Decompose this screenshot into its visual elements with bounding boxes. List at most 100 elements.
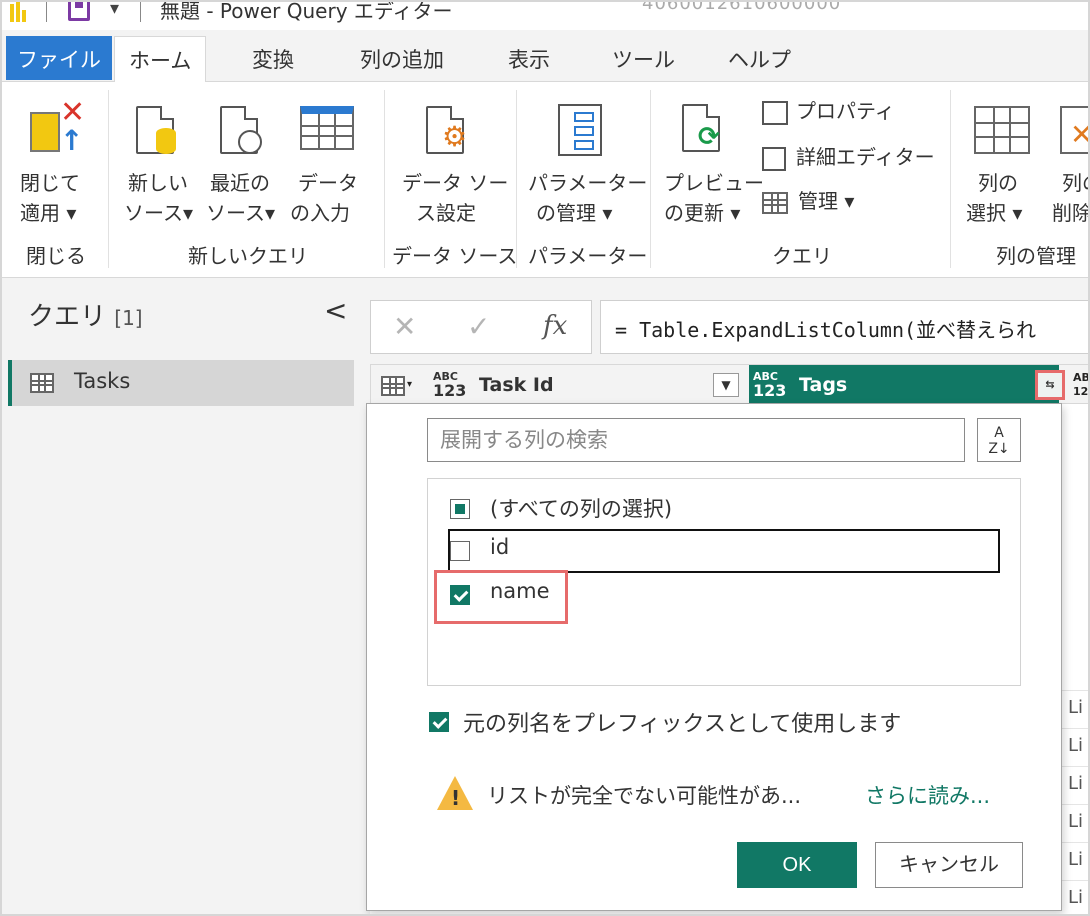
advanced-editor-label: 詳細エディター: [796, 145, 935, 169]
refresh-preview-icon: ⟳: [682, 104, 720, 152]
properties-label: プロパティ: [796, 99, 895, 123]
manage-parameters-label-1: パラメーター: [528, 171, 648, 195]
ok-button[interactable]: OK: [737, 842, 857, 888]
refresh-preview-button[interactable]: ⟳ プレビュー の更新 ▾: [660, 100, 764, 230]
table-menu-icon[interactable]: [381, 376, 405, 396]
tab-help[interactable]: ヘルプ: [714, 36, 805, 82]
window-title: 無題 - Power Query エディター: [160, 2, 453, 23]
table-row: Li: [1058, 842, 1088, 878]
queries-title-text: クエリ: [28, 302, 107, 332]
enter-data-label-1: データ: [298, 171, 358, 195]
data-source-settings-button[interactable]: ⚙ データ ソー ス設定: [398, 100, 508, 230]
advanced-editor-icon: [762, 146, 786, 171]
new-source-button[interactable]: 新しい ソース▾: [124, 100, 198, 230]
manage-label: 管理 ▾: [798, 189, 855, 213]
select-all-label: (すべての列の選択): [490, 497, 673, 521]
formula-input[interactable]: = Table.ExpandListColumn(並べ替えられ: [600, 300, 1088, 354]
table-row: Li: [1058, 880, 1088, 914]
confirm-formula-icon[interactable]: ✓: [467, 310, 490, 343]
checkbox-name[interactable]: [450, 585, 470, 605]
columns-checklist: (すべての列の選択) id name: [427, 478, 1021, 686]
tab-view[interactable]: 表示: [494, 36, 564, 82]
table-row: Li: [1058, 728, 1088, 764]
choose-columns-button[interactable]: 列の 選択 ▾: [966, 100, 1046, 230]
group-label-query: クエリ: [772, 244, 832, 268]
checkbox-id[interactable]: [450, 541, 470, 561]
recent-sources-button[interactable]: 最近の ソース▾: [206, 100, 280, 230]
manage-parameters-icon: [558, 104, 602, 156]
enter-data-icon: [300, 106, 354, 150]
formula-controls: ✕ ✓ fx: [370, 300, 592, 354]
expand-column-icon[interactable]: ⇆: [1035, 370, 1065, 400]
remove-columns-button[interactable]: ✕ 列の 削除: [1050, 100, 1090, 230]
advanced-editor-button[interactable]: 詳細エディター: [762, 142, 935, 176]
manage-button[interactable]: 管理 ▾: [762, 186, 854, 220]
sort-az-icon[interactable]: A Z↓: [977, 418, 1021, 462]
column-search-input[interactable]: [428, 419, 964, 461]
ribbon: ✕ ↑ 閉じて 適用 ▾ 新しい ソース▾ 最近の ソース▾ データ の入力 ⚙…: [2, 82, 1090, 278]
quick-access-dropdown-icon[interactable]: ▾: [110, 2, 119, 19]
title-bar-partial-text: 4060012610600000: [642, 2, 842, 14]
tab-tools[interactable]: ツール: [598, 36, 689, 82]
close-apply-button[interactable]: ✕ ↑ 閉じて 適用 ▾: [20, 98, 88, 230]
recent-sources-label-1: 最近の: [210, 171, 270, 195]
new-source-label-2: ソース▾: [124, 201, 194, 225]
fx-icon[interactable]: fx: [543, 311, 567, 341]
power-query-window: ▾ 無題 - Power Query エディター 406001261060000…: [0, 0, 1090, 916]
option-label: name: [490, 579, 550, 603]
tab-transform[interactable]: 変換: [238, 36, 308, 82]
group-label-data-sources: データ ソース: [392, 244, 518, 268]
select-all-checkbox[interactable]: [450, 499, 470, 519]
title-bar: ▾ 無題 - Power Query エディター 406001261060000…: [2, 2, 1088, 30]
new-source-icon: [136, 106, 176, 154]
table-row: Li: [1058, 804, 1088, 840]
column-filter-chevron-icon[interactable]: ▼: [713, 373, 739, 397]
manage-parameters-label-2: の管理 ▾: [536, 201, 613, 225]
power-bi-logo-icon: [10, 2, 28, 22]
save-icon[interactable]: [68, 2, 90, 21]
grid-header: ▾ ABC 123 Task Id ▼ ABC 123 Tags ⇆ AB 12: [370, 364, 1088, 405]
table-row: Li: [1058, 766, 1088, 802]
new-source-label-1: 新しい: [128, 171, 188, 195]
tab-add-column[interactable]: 列の追加: [346, 36, 458, 82]
group-separator: [950, 90, 951, 268]
column-name: Tags: [799, 374, 848, 396]
column-header-task-id[interactable]: ▾ ABC 123 Task Id ▼: [371, 365, 745, 405]
tab-file[interactable]: ファイル: [6, 36, 112, 80]
enter-data-label-2: の入力: [290, 201, 350, 225]
queries-count: [1]: [114, 306, 143, 330]
queries-panel: クエリ [1] < Tasks: [2, 278, 360, 914]
prefix-checkbox[interactable]: [429, 712, 449, 732]
data-source-settings-label-1: データ ソー: [402, 171, 509, 195]
close-apply-label-2: 適用 ▾: [20, 201, 77, 225]
refresh-preview-label-1: プレビュー: [664, 171, 764, 195]
type-icon-bottom: 123: [753, 381, 787, 400]
manage-parameters-button[interactable]: パラメーター の管理 ▾: [528, 100, 647, 230]
formula-text: = Table.ExpandListColumn(並べ替えられ: [615, 318, 1037, 342]
tab-home[interactable]: ホーム: [114, 36, 207, 83]
table-icon: [30, 373, 54, 393]
group-label-close: 閉じる: [26, 244, 86, 268]
remove-columns-label-2: 削除: [1052, 201, 1090, 225]
expand-columns-dropdown: A Z↓ (すべての列の選択) id name 元の列名をプレフィックスとして使…: [366, 403, 1062, 911]
choose-columns-icon: [974, 106, 1030, 154]
load-more-link[interactable]: さらに読み...: [865, 780, 990, 810]
enter-data-button[interactable]: データ の入力: [290, 100, 364, 230]
group-label-parameters: パラメーター: [528, 244, 648, 268]
query-item-label: Tasks: [74, 369, 131, 393]
column-search-box[interactable]: [427, 418, 965, 462]
table-row: Li: [1058, 690, 1088, 726]
title-separator: [140, 2, 141, 22]
properties-icon: [762, 100, 788, 125]
title-separator: [46, 2, 47, 22]
warning-text: リストが完全でない可能性があ...: [487, 784, 802, 808]
table-menu-chevron-icon: ▾: [407, 379, 413, 390]
properties-button[interactable]: プロパティ: [762, 96, 895, 130]
column-name: Task Id: [479, 374, 554, 396]
cancel-formula-icon[interactable]: ✕: [393, 310, 416, 343]
cancel-button[interactable]: キャンセル: [875, 842, 1023, 888]
group-separator: [108, 90, 109, 268]
column-header-tags[interactable]: ABC 123 Tags: [749, 365, 1059, 405]
collapse-panel-icon[interactable]: <: [324, 294, 347, 327]
query-item-tasks[interactable]: Tasks: [8, 360, 354, 406]
